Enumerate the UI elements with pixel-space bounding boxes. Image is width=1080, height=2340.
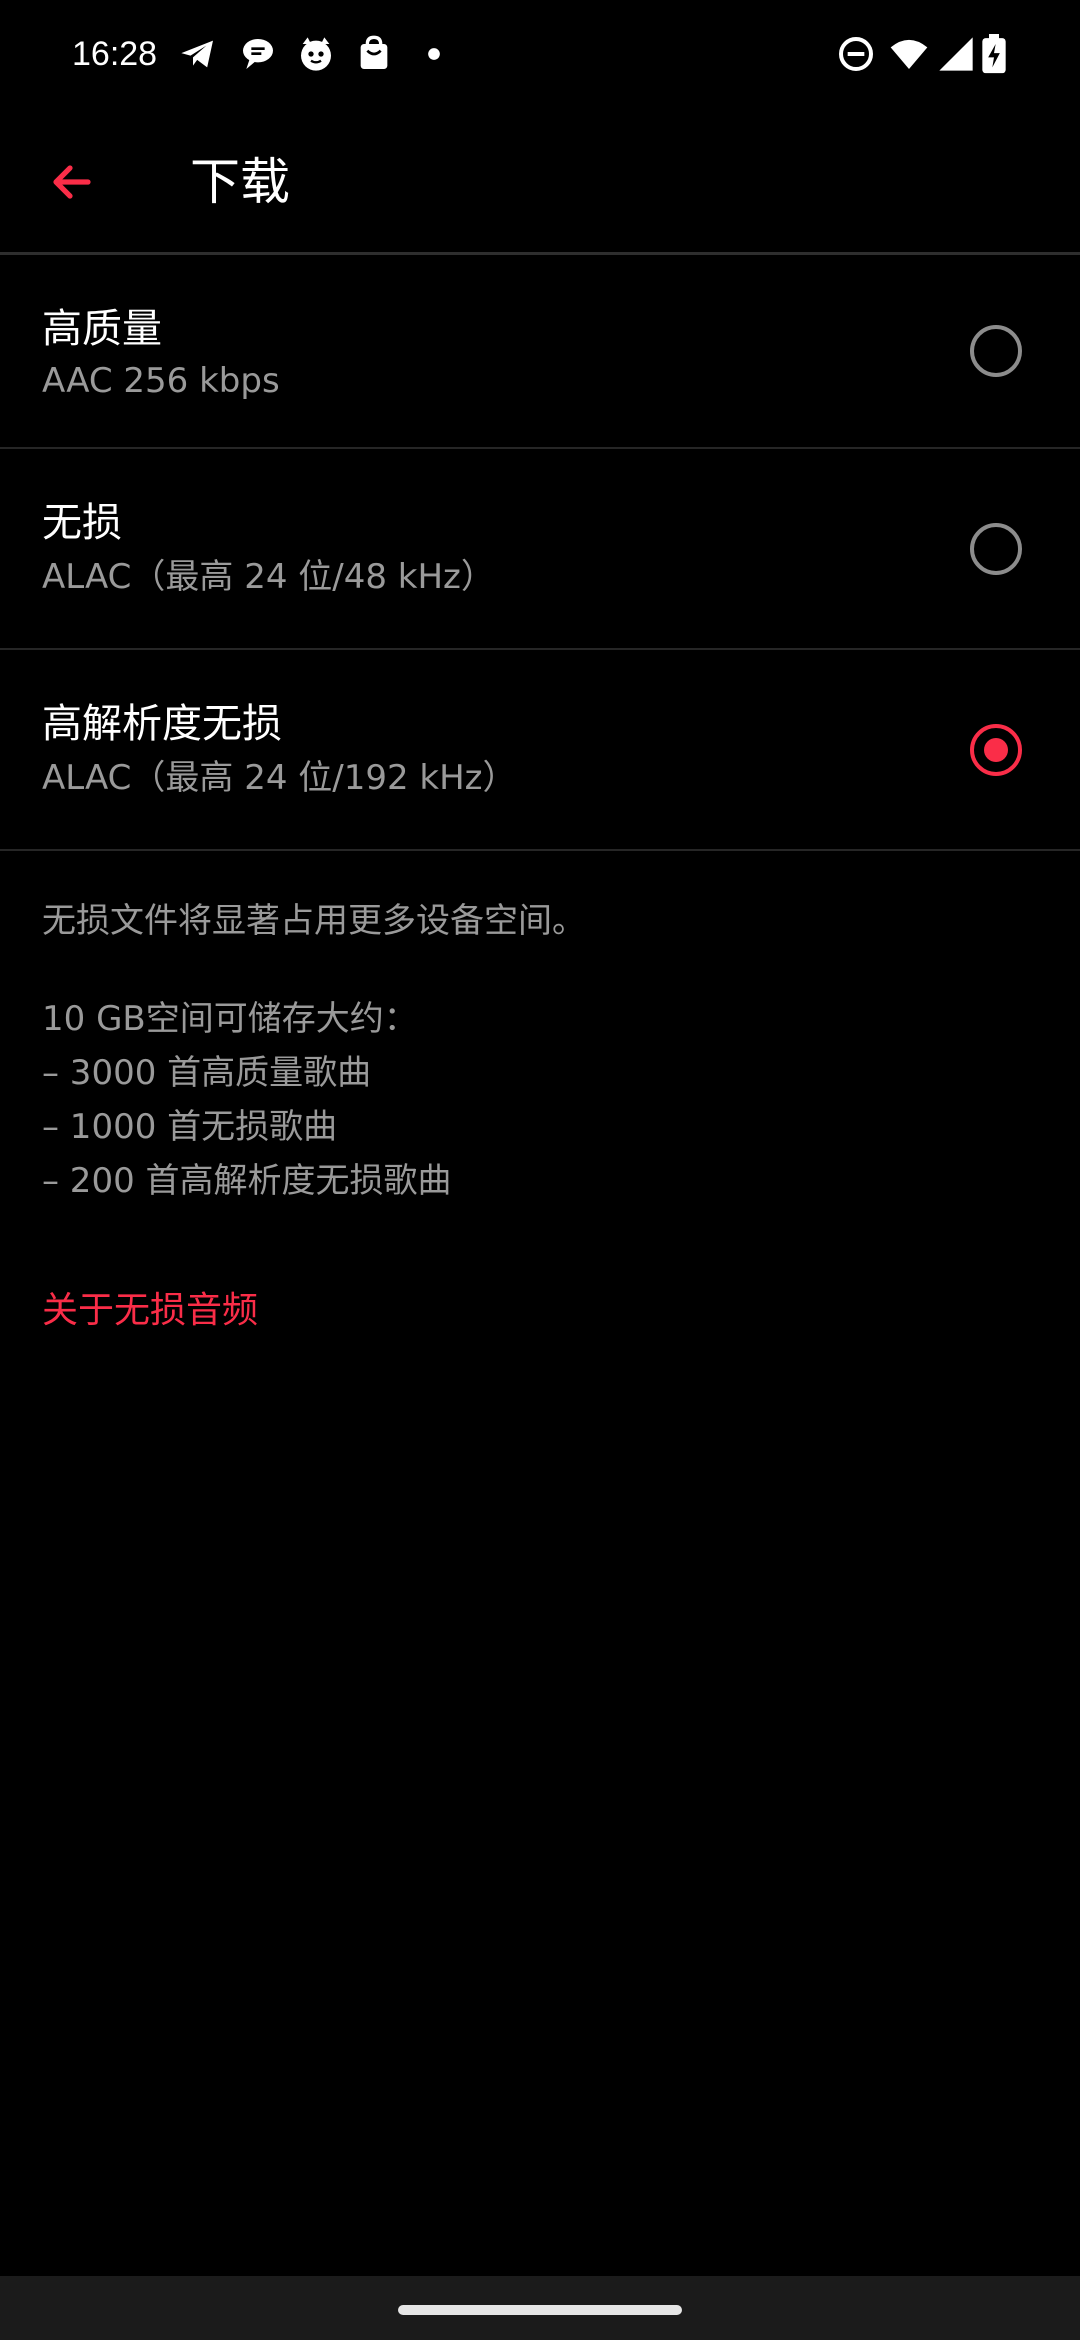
telegram-icon	[178, 34, 218, 74]
option-subtitle: ALAC（最高 24 位/192 kHz）	[42, 758, 517, 798]
option-hi-res-lossless[interactable]: 高解析度无损 ALAC（最高 24 位/192 kHz）	[0, 650, 1080, 850]
app-bar: 下载	[0, 110, 1080, 254]
option-subtitle: ALAC（最高 24 位/48 kHz）	[42, 557, 495, 597]
chat-bubble-icon	[238, 34, 278, 74]
radio-button[interactable]	[970, 325, 1022, 377]
do-not-disturb-icon	[836, 34, 876, 74]
status-bar: 16:28	[0, 0, 1080, 110]
notification-dot-icon	[414, 34, 454, 74]
arrow-back-icon	[53, 165, 91, 199]
capacity-line: – 1000 首无损歌曲	[42, 1107, 338, 1147]
home-gesture-handle[interactable]	[398, 2305, 682, 2315]
option-title: 无损	[42, 500, 122, 546]
status-time: 16:28	[72, 35, 158, 73]
option-lossless[interactable]: 无损 ALAC（最高 24 位/48 kHz）	[0, 449, 1080, 649]
storage-note: 无损文件将显著占用更多设备空间。	[42, 894, 586, 948]
capacity-info: 10 GB空间可储存大约： – 3000 首高质量歌曲 – 1000 首无损歌曲…	[42, 992, 452, 1208]
capacity-line: – 3000 首高质量歌曲	[42, 1053, 372, 1093]
capacity-heading: 10 GB空间可储存大约：	[42, 999, 418, 1039]
battery-charging-icon	[978, 34, 1010, 74]
back-button[interactable]	[36, 146, 108, 218]
option-subtitle: AAC 256 kbps	[42, 361, 280, 401]
shopping-bag-icon	[354, 34, 394, 74]
navigation-bar	[0, 2276, 1080, 2340]
storage-note-text: 无损文件将显著占用更多设备空间。	[42, 901, 586, 941]
wifi-icon	[886, 34, 932, 74]
radio-button[interactable]	[970, 523, 1022, 575]
option-high-quality[interactable]: 高质量 AAC 256 kbps	[0, 255, 1080, 448]
radio-button-selected[interactable]	[970, 724, 1022, 776]
capacity-line: – 200 首高解析度无损歌曲	[42, 1161, 452, 1201]
option-title: 高质量	[42, 306, 162, 352]
page-title: 下载	[190, 153, 290, 211]
row-divider	[0, 849, 1080, 851]
option-title: 高解析度无损	[42, 701, 282, 747]
cat-face-icon	[296, 34, 336, 74]
signal-icon	[936, 34, 976, 74]
about-lossless-link[interactable]: 关于无损音频	[42, 1284, 258, 1338]
radio-dot	[984, 738, 1008, 762]
